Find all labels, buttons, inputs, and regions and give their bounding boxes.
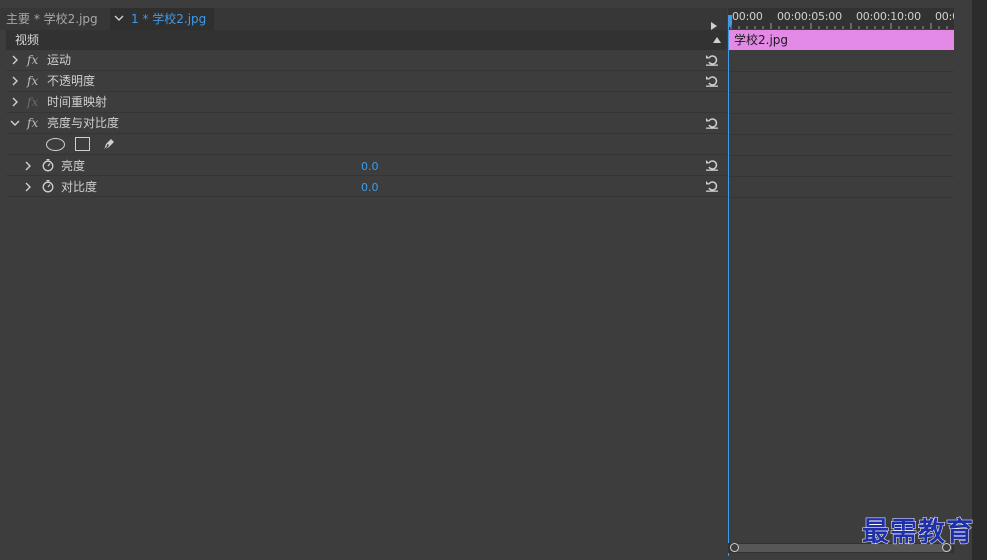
fx-toggle-icon[interactable]: fx — [27, 92, 38, 112]
chevron-right-icon[interactable] — [10, 76, 20, 86]
param-name: 亮度 — [61, 159, 86, 173]
collapse-up-icon[interactable] — [713, 37, 721, 43]
stopwatch-icon[interactable] — [41, 179, 55, 193]
fx-toggle-icon[interactable]: fx — [27, 113, 38, 133]
param-row-brightness[interactable]: 亮度 0.0 — [6, 155, 727, 176]
timeline-row-divider — [728, 197, 954, 198]
play-icon[interactable] — [711, 22, 717, 30]
reset-icon[interactable] — [705, 179, 719, 193]
clip-name: 学校2.jpg — [734, 33, 789, 47]
effect-row-motion[interactable]: fx 运动 — [6, 50, 727, 71]
reset-icon[interactable] — [705, 74, 719, 88]
watermark-text: 最需教育 — [862, 517, 974, 549]
section-title: 视频 — [15, 33, 40, 47]
panel-edge — [972, 0, 987, 560]
timeline-row-divider — [728, 176, 954, 177]
reset-icon[interactable] — [705, 158, 719, 172]
contrast-value[interactable]: 0.0 — [361, 178, 379, 198]
timeline-row-divider — [728, 92, 954, 93]
effect-controls-panel: 主要 * 学校2.jpg 1 * 学校2.jpg 视频 fx 运动 fx 不透明… — [0, 0, 972, 560]
reset-icon[interactable] — [705, 53, 719, 67]
timecode-label: 00:00 — [732, 10, 763, 23]
playhead-handle[interactable] — [728, 15, 732, 27]
mask-tools-row — [6, 134, 727, 155]
tab-sequence-label: 1 * 学校2.jpg — [131, 12, 207, 26]
timeline-row-divider — [728, 155, 954, 156]
ellipse-mask-icon[interactable] — [46, 138, 65, 151]
chevron-right-icon[interactable] — [10, 97, 20, 107]
effects-list: 视频 fx 运动 fx 不透明度 fx 时间重映射 fx 亮度与对比度 亮度 0… — [6, 30, 727, 197]
stopwatch-icon[interactable] — [41, 158, 55, 172]
param-name: 对比度 — [61, 180, 98, 194]
ruler-ticks — [730, 23, 948, 29]
tab-sequence-clip[interactable]: 1 * 学校2.jpg — [110, 8, 214, 30]
video-section-header[interactable]: 视频 — [6, 30, 727, 50]
effect-row-brightness-contrast[interactable]: fx 亮度与对比度 — [6, 113, 727, 134]
effect-name: 时间重映射 — [47, 95, 108, 109]
tab-bar: 主要 * 学校2.jpg 1 * 学校2.jpg — [0, 8, 727, 30]
effect-name: 亮度与对比度 — [47, 116, 120, 130]
timeline-row-divider — [728, 113, 954, 114]
reset-icon[interactable] — [705, 116, 719, 130]
param-row-contrast[interactable]: 对比度 0.0 — [6, 176, 727, 197]
effect-row-opacity[interactable]: fx 不透明度 — [6, 71, 727, 92]
brightness-value[interactable]: 0.0 — [361, 157, 379, 177]
tab-source-clip[interactable]: 主要 * 学校2.jpg — [6, 8, 98, 30]
timecode-label: 00:00:10:00 — [856, 10, 921, 23]
timeline-view[interactable]: 00:00 00:00:05:00 00:00:10:00 00:0 学校2.j… — [728, 8, 954, 560]
effect-row-time-remap[interactable]: fx 时间重映射 — [6, 92, 727, 113]
playhead-line[interactable] — [728, 16, 729, 556]
chevron-right-icon[interactable] — [23, 182, 33, 192]
fx-toggle-icon[interactable]: fx — [27, 50, 38, 70]
chevron-down-icon[interactable] — [10, 118, 20, 128]
timeline-row-divider — [728, 134, 954, 135]
chevron-down-icon[interactable] — [114, 13, 124, 23]
time-ruler[interactable]: 00:00 00:00:05:00 00:00:10:00 00:0 — [728, 8, 954, 29]
pen-mask-icon[interactable] — [101, 136, 117, 152]
clip-bar[interactable]: 学校2.jpg — [728, 30, 954, 50]
rectangle-mask-icon[interactable] — [75, 137, 90, 151]
scrollbar-left-handle[interactable] — [730, 543, 739, 552]
timeline-row-divider — [728, 71, 954, 72]
effect-name: 运动 — [47, 53, 72, 67]
chevron-right-icon[interactable] — [10, 55, 20, 65]
effect-name: 不透明度 — [47, 74, 96, 88]
chevron-right-icon[interactable] — [23, 161, 33, 171]
timecode-label: 00:0 — [935, 10, 954, 23]
timecode-label: 00:00:05:00 — [777, 10, 842, 23]
fx-toggle-icon[interactable]: fx — [27, 71, 38, 91]
